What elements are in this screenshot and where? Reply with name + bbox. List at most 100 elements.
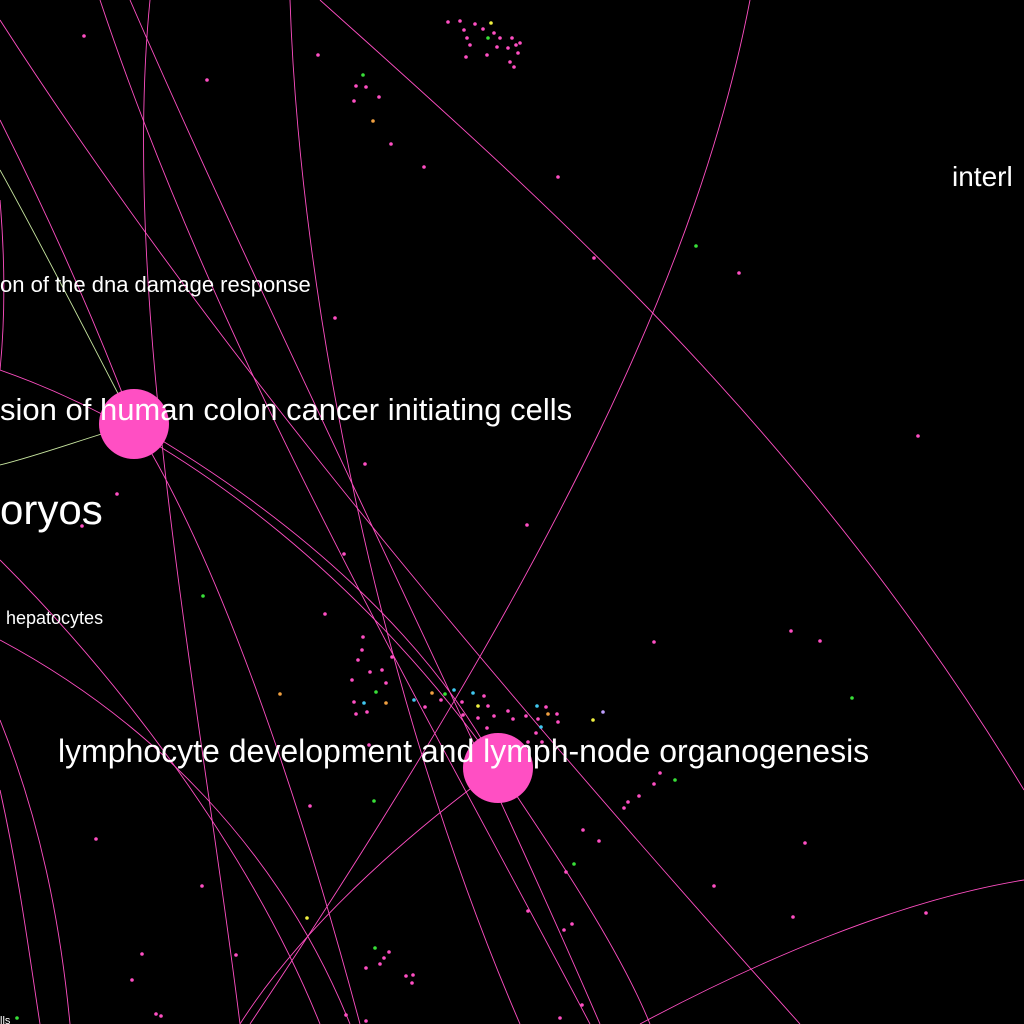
graph-dot [439, 698, 443, 702]
graph-dot [365, 710, 369, 714]
graph-dot [492, 31, 496, 35]
graph-dot [154, 1012, 158, 1016]
graph-dot [377, 95, 381, 99]
graph-dot [558, 1016, 562, 1020]
graph-dot [333, 316, 337, 320]
graph-dot [673, 778, 677, 782]
graph-dot [652, 640, 656, 644]
graph-dot [364, 85, 368, 89]
graph-dot [278, 692, 282, 696]
graph-dot [430, 691, 434, 695]
graph-dot [591, 718, 595, 722]
graph-dot [514, 43, 518, 47]
graph-dot [525, 523, 529, 527]
graph-dot [15, 1016, 19, 1020]
graph-dot [712, 884, 716, 888]
graph-dot [373, 946, 377, 950]
graph-dot [354, 712, 358, 716]
embryos-label: oryos [0, 486, 103, 533]
graph-dot [443, 692, 447, 696]
graph-dot [234, 953, 238, 957]
graph-dot [486, 36, 490, 40]
graph-dot [581, 828, 585, 832]
graph-dot [486, 704, 490, 708]
graph-dot [506, 46, 510, 50]
graph-dot [344, 1013, 348, 1017]
graph-dot [495, 45, 499, 49]
graph-dot [592, 256, 596, 260]
graph-dot [464, 55, 468, 59]
graph-dot [482, 694, 486, 698]
interl-label: interl [952, 161, 1013, 192]
graph-dot [422, 165, 426, 169]
colon-cancer-label: sion of human colon cancer initiating ce… [0, 392, 572, 427]
graph-dot [570, 922, 574, 926]
graph-dot [498, 36, 502, 40]
graph-dot [458, 19, 462, 23]
graph-dot [791, 915, 795, 919]
graph-dot [140, 952, 144, 956]
graph-dot [485, 726, 489, 730]
graph-dot [539, 725, 543, 729]
graph-dot [378, 962, 382, 966]
graph-dot [481, 27, 485, 31]
graph-dot [471, 691, 475, 695]
graph-dot [460, 700, 464, 704]
graph-dot [412, 698, 416, 702]
graph-dot [354, 84, 358, 88]
graph-dot [390, 655, 394, 659]
graph-dot [526, 909, 530, 913]
graph-dot [462, 28, 466, 32]
graph-dot [658, 771, 662, 775]
graph-dot [512, 65, 516, 69]
graph-dot [564, 870, 568, 874]
graph-dot [374, 690, 378, 694]
graph-dot [536, 717, 540, 721]
graph-dot [818, 639, 822, 643]
graph-dot [516, 51, 520, 55]
graph-dot [508, 60, 512, 64]
graph-dot [82, 34, 86, 38]
hepatocytes-label: hepatocytes [6, 608, 103, 628]
graph-dot [205, 78, 209, 82]
graph-dot [518, 41, 522, 45]
graph-dot [506, 709, 510, 713]
graph-dot [626, 800, 630, 804]
graph-dot [476, 716, 480, 720]
graph-dot [924, 911, 928, 915]
graph-dot [384, 701, 388, 705]
graph-dot [555, 712, 559, 716]
network-graph[interactable]: interl on of the dna damage response sio… [0, 0, 1024, 1024]
graph-dot [362, 701, 366, 705]
graph-dot [364, 1019, 368, 1023]
graph-dot [572, 862, 576, 866]
graph-dot [850, 696, 854, 700]
graph-dot [544, 705, 548, 709]
graph-background [0, 0, 1024, 1024]
graph-dot [352, 700, 356, 704]
graph-dot [510, 36, 514, 40]
graph-dot [372, 799, 376, 803]
graph-dot [410, 981, 414, 985]
graph-dot [465, 36, 469, 40]
graph-dot [916, 434, 920, 438]
graph-dot [473, 22, 477, 26]
graph-dot [389, 142, 393, 146]
graph-dot [360, 648, 364, 652]
graph-dot [404, 974, 408, 978]
graph-dot [368, 670, 372, 674]
graph-dot [476, 704, 480, 708]
graph-dot [535, 704, 539, 708]
graph-dot [546, 712, 550, 716]
lymphocyte-label: lymphocyte development and lymph-node or… [58, 733, 869, 769]
graph-dot [411, 973, 415, 977]
graph-dot [423, 705, 427, 709]
graph-dot [382, 956, 386, 960]
graph-dot [637, 794, 641, 798]
graph-dot [387, 950, 391, 954]
graph-dot [694, 244, 698, 248]
graph-dot [200, 884, 204, 888]
graph-dot [361, 73, 365, 77]
graph-dot [556, 175, 560, 179]
graph-dot [350, 678, 354, 682]
